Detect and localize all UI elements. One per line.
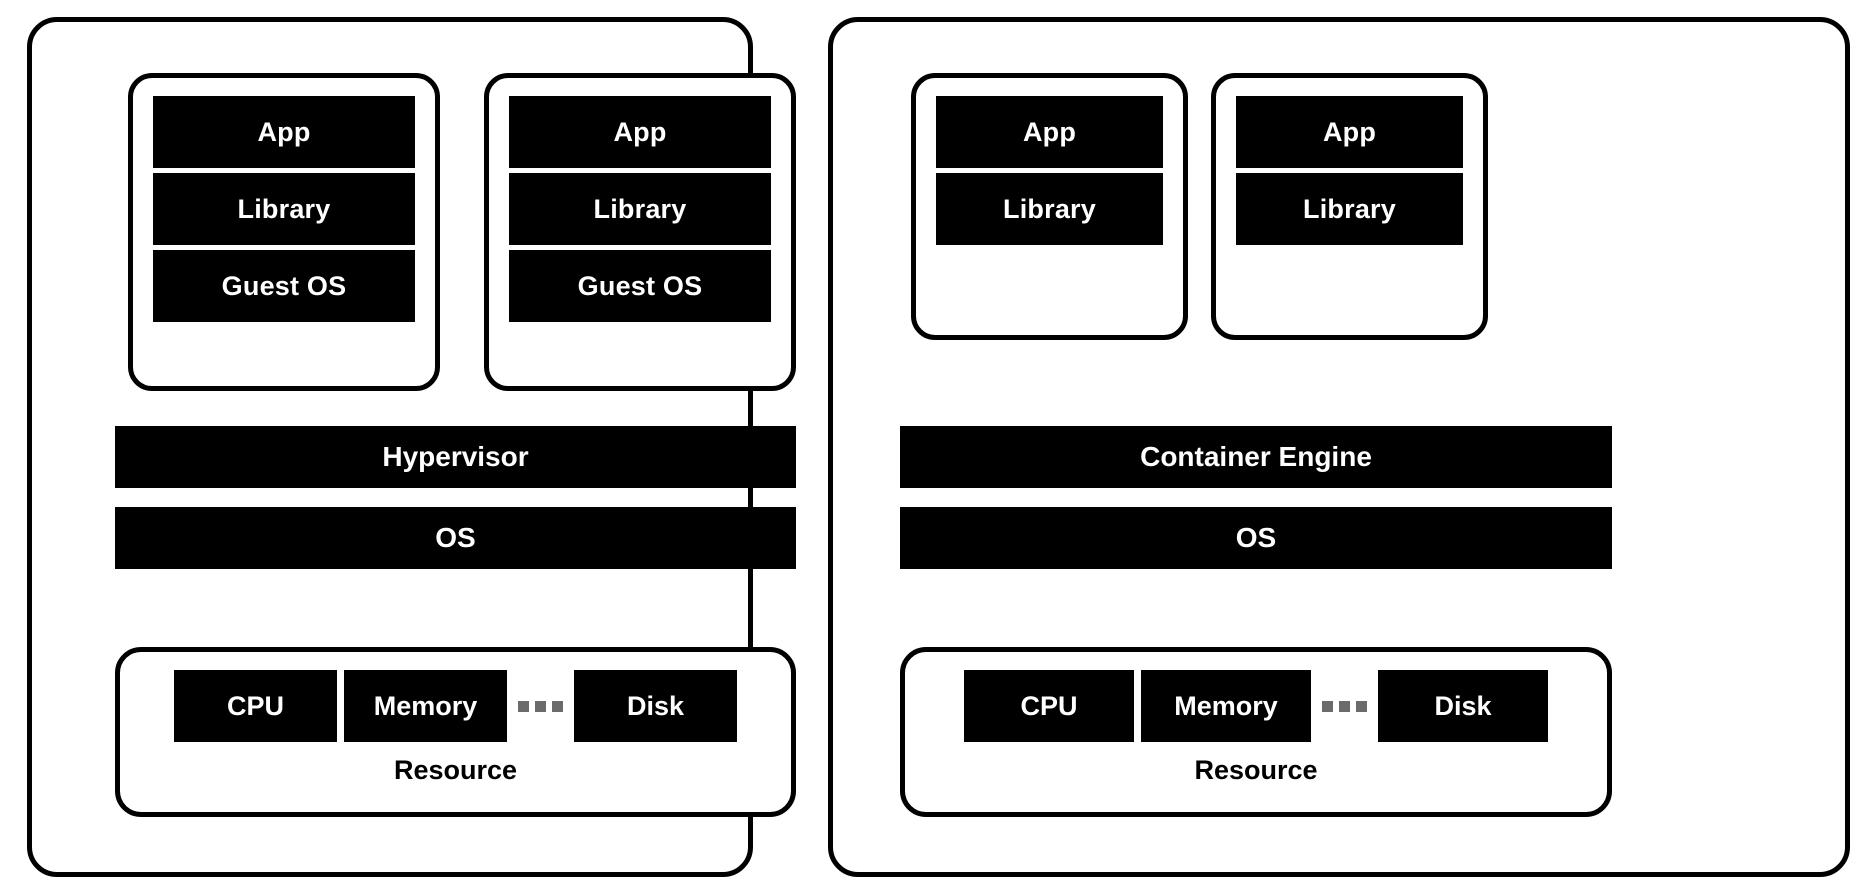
container-unit-1[interactable]: App Library	[911, 73, 1188, 340]
vm2-layer-guest-os: Guest OS	[509, 250, 771, 322]
vm-resource-memory: Memory	[344, 670, 507, 742]
container-resource-divider-1	[1134, 670, 1141, 742]
vm2-layer-library: Library	[509, 173, 771, 245]
container-engine-bar: Container Engine	[900, 426, 1612, 488]
vm-resource-label: Resource	[393, 755, 518, 785]
vm2-layer-app: App	[509, 96, 771, 168]
hypervisor-bar: Hypervisor	[115, 426, 796, 488]
container-os-bar: OS	[900, 507, 1612, 569]
container2-layer-app: App	[1236, 96, 1463, 168]
virtual-machine-unit-2[interactable]: App Library Guest OS	[484, 73, 796, 391]
container1-layer-library: Library	[936, 173, 1163, 245]
virtual-machine-unit-1[interactable]: App Library Guest OS	[128, 73, 440, 391]
container-resource-group: CPU Memory Disk Resource	[900, 647, 1612, 817]
vm-os-bar: OS	[115, 507, 796, 569]
container-panel: App Library App Library Container Engine…	[828, 17, 1850, 877]
vm-resource-row: CPU Memory Disk	[174, 670, 737, 742]
vm1-layer-library: Library	[153, 173, 415, 245]
container2-layer-library: Library	[1236, 173, 1463, 245]
virtual-machine-panel: App Library Guest OS App Library Guest O…	[27, 17, 796, 877]
container-unit-2[interactable]: App Library	[1211, 73, 1488, 340]
vm1-layer-guest-os: Guest OS	[153, 250, 415, 322]
vm-resource-cpu: CPU	[174, 670, 337, 742]
vm-resource-divider-1	[337, 670, 344, 742]
container-resource-ellipsis-icon	[1311, 670, 1378, 742]
container-resource-label: Resource	[1194, 755, 1318, 785]
vm-resource-group: CPU Memory Disk Resource	[115, 647, 796, 817]
container-resource-row: CPU Memory Disk	[964, 670, 1548, 742]
vm-resource-disk: Disk	[574, 670, 737, 742]
container-resource-cpu: CPU	[964, 670, 1134, 742]
diagram-canvas: App Library Guest OS App Library Guest O…	[0, 0, 1862, 894]
vm1-layer-app: App	[153, 96, 415, 168]
vm-resource-ellipsis-icon	[507, 670, 574, 742]
container-resource-memory: Memory	[1141, 670, 1311, 742]
container1-layer-app: App	[936, 96, 1163, 168]
container-resource-disk: Disk	[1378, 670, 1548, 742]
